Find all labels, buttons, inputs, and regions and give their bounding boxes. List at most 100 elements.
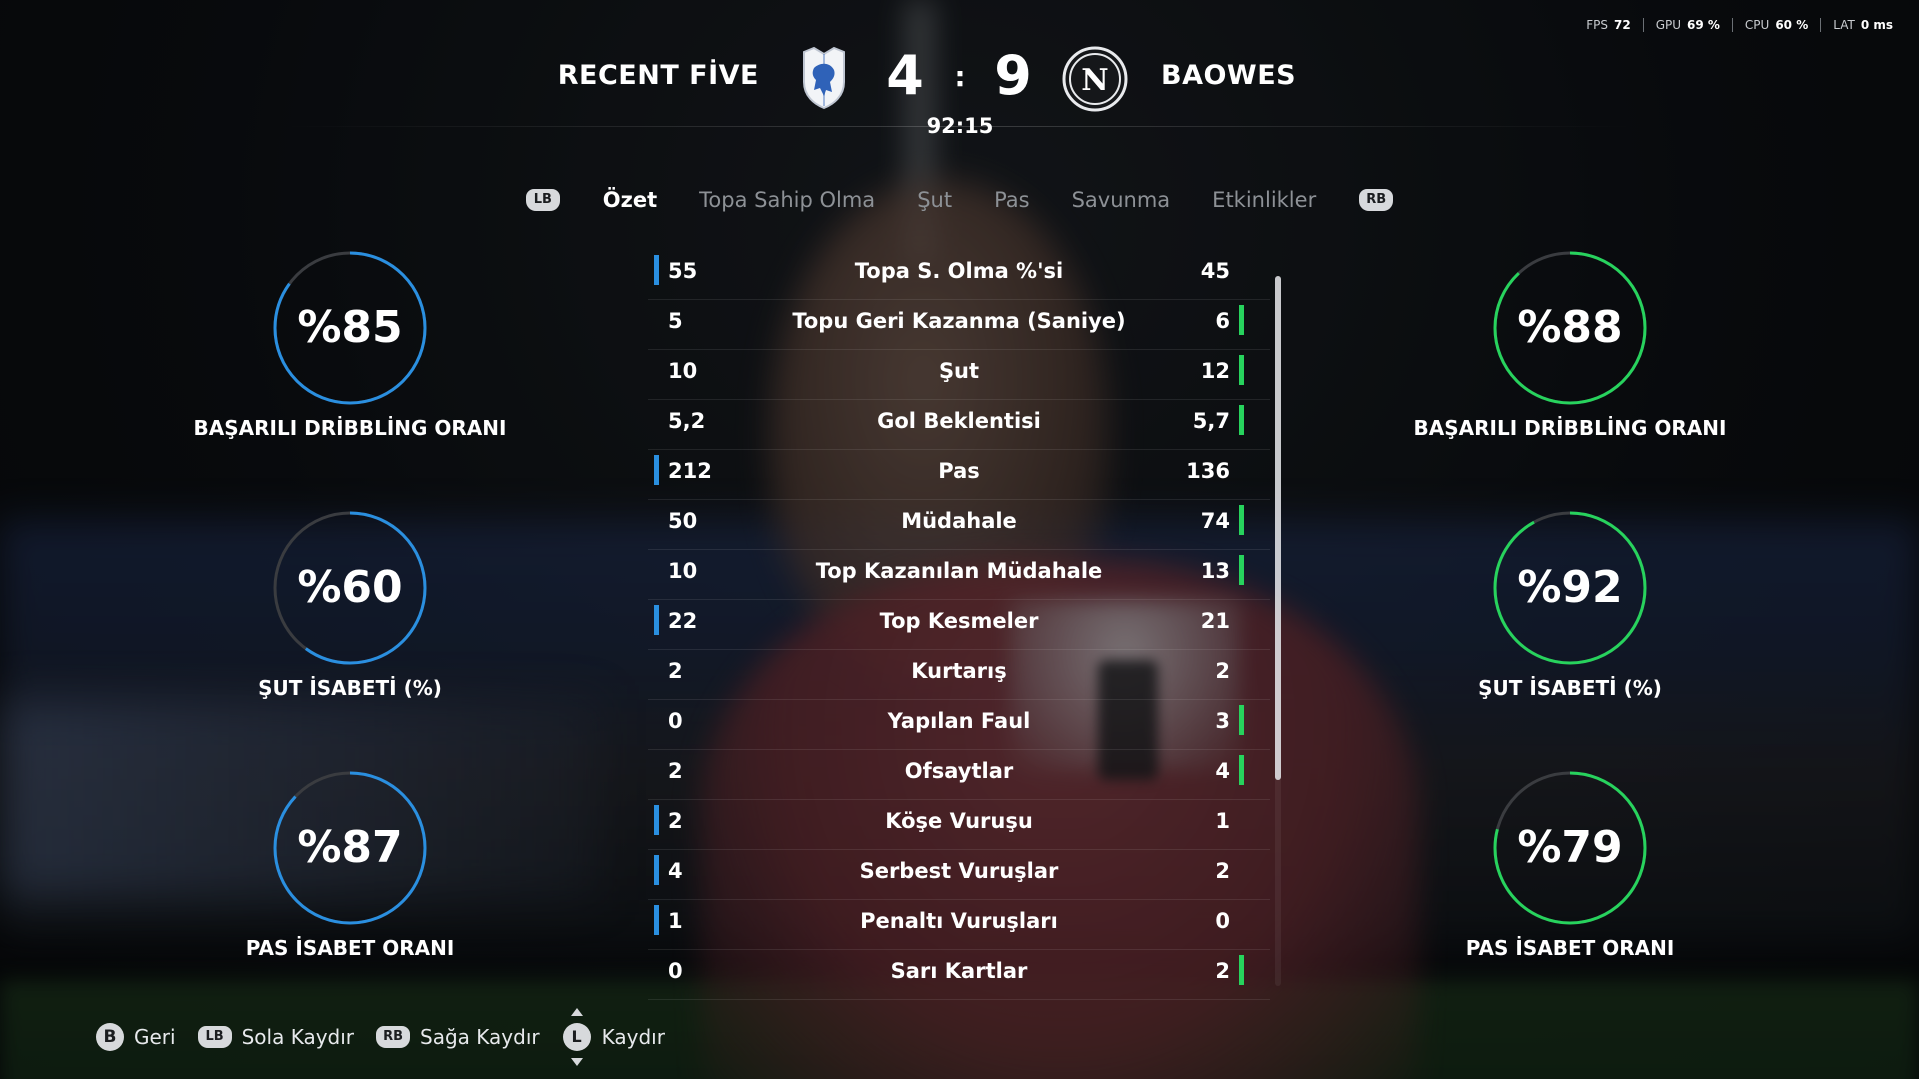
gpu-readout: GPU 69 %: [1642, 18, 1732, 32]
scroll-right-hint[interactable]: RB Sağa Kaydır: [376, 1025, 540, 1049]
away-dribble-ring: %88: [1492, 250, 1648, 406]
stat-row: Yapılan Faul 0 3: [648, 700, 1270, 750]
away-pass-accuracy-ring: %79: [1492, 770, 1648, 926]
b-button-icon: B: [96, 1023, 124, 1051]
fps-readout: FPS 72: [1586, 18, 1631, 32]
stat-row: Topa S. Olma %'si 55 45: [648, 250, 1270, 300]
tab-shooting[interactable]: Şut: [917, 188, 952, 212]
stat-home-value: 5,2: [668, 409, 706, 433]
stat-home-value: 212: [668, 459, 712, 483]
stat-label: Topa S. Olma %'si: [854, 259, 1064, 283]
stat-away-value: 2: [1215, 959, 1230, 983]
lb-button-icon[interactable]: LB: [525, 189, 560, 211]
stat-away-value: 13: [1200, 559, 1230, 583]
away-pass-accuracy-value: %79: [1517, 822, 1623, 873]
home-team-name: RECENT FİVE: [557, 60, 759, 91]
away-pass-accuracy-label: PAS İSABET ORANI: [1465, 936, 1675, 960]
performance-overlay: FPS 72 GPU 69 % CPU 60 % LAT 0 ms: [1574, 18, 1905, 32]
stat-label: Müdahale: [901, 509, 1017, 533]
stat-row: Top Kesmeler 22 21: [648, 600, 1270, 650]
back-hint-label: Geri: [134, 1025, 176, 1049]
home-pass-accuracy-label: PAS İSABET ORANI: [245, 936, 455, 960]
tab-events[interactable]: Etkinlikler: [1212, 188, 1316, 212]
stat-away-value: 6: [1215, 309, 1230, 333]
stat-home-value: 1: [668, 909, 683, 933]
tab-summary[interactable]: Özet: [603, 188, 657, 212]
scroll-left-label: Sola Kaydır: [241, 1025, 355, 1049]
stat-home-value: 22: [668, 609, 698, 633]
stat-home-value: 50: [668, 509, 698, 533]
stat-away-value: 5,7: [1192, 409, 1230, 433]
home-score: 4: [886, 44, 924, 107]
away-shot-accuracy-value: %92: [1517, 562, 1623, 613]
home-dribble-value: %85: [297, 302, 403, 353]
stat-home-value: 5: [668, 309, 683, 333]
stat-home-value: 4: [668, 859, 683, 883]
home-dribble-ring: %85: [272, 250, 428, 406]
away-shot-accuracy-ring: %92: [1492, 510, 1648, 666]
scroll-left-hint[interactable]: LB Sola Kaydır: [197, 1025, 355, 1049]
stat-row: Şut 10 12: [648, 350, 1270, 400]
stat-away-value: 45: [1200, 259, 1230, 283]
stat-row: Topu Geri Kazanma (Saniye) 5 6: [648, 300, 1270, 350]
away-team-name: BAOWES: [1161, 60, 1297, 91]
home-pass-accuracy-ring: %87: [272, 770, 428, 926]
stat-label: Penaltı Vuruşları: [860, 909, 1058, 933]
stat-away-value: 0: [1215, 909, 1230, 933]
stat-away-value: 4: [1215, 759, 1230, 783]
stat-label: Top Kesmeler: [879, 609, 1039, 633]
scoreboard: RECENT FİVE 4 : 9 N BAOWES 92:15: [0, 38, 1919, 138]
scroll-right-label: Sağa Kaydır: [420, 1025, 540, 1049]
stat-row: Top Kazanılan Müdahale 10 13: [648, 550, 1270, 600]
stat-home-value: 2: [668, 809, 683, 833]
stat-row: Serbest Vuruşlar 4 2: [648, 850, 1270, 900]
stat-row: Kurtarış 2 2: [648, 650, 1270, 700]
left-stick-icon: L: [562, 1008, 592, 1066]
rb-hint-icon: RB: [376, 1026, 411, 1048]
stat-label: Gol Beklentisi: [877, 409, 1041, 433]
stat-row: Gol Beklentisi 5,2 5,7: [648, 400, 1270, 450]
stat-away-value: 21: [1200, 609, 1230, 633]
stat-row: Sarı Kartlar 0 2: [648, 950, 1270, 1000]
stat-label: Topu Geri Kazanma (Saniye): [792, 309, 1126, 333]
rb-button-icon[interactable]: RB: [1359, 189, 1394, 211]
stat-home-value: 10: [668, 559, 698, 583]
back-hint[interactable]: B Geri: [96, 1023, 176, 1051]
score-separator: :: [954, 60, 966, 93]
away-team-crest-icon: N: [1062, 46, 1128, 112]
stat-away-value: 136: [1186, 459, 1230, 483]
stat-home-value: 0: [668, 959, 683, 983]
home-shot-accuracy-label: ŞUT İSABETİ (%): [258, 676, 442, 700]
cpu-readout: CPU 60 %: [1731, 18, 1820, 32]
match-stats-table[interactable]: Topa S. Olma %'si 55 45 Topu Geri Kazanma (…: [648, 250, 1270, 1000]
stat-label: Ofsaytlar: [904, 759, 1014, 783]
scroll-hint-label: Kaydır: [601, 1025, 665, 1049]
stat-home-value: 2: [668, 759, 683, 783]
stat-row: Ofsaytlar 2 4: [648, 750, 1270, 800]
stat-row: Pas 212 136: [648, 450, 1270, 500]
lb-hint-icon: LB: [197, 1026, 232, 1048]
stat-row: Penaltı Vuruşları 1 0: [648, 900, 1270, 950]
stat-label: Serbest Vuruşlar: [859, 859, 1059, 883]
home-shot-accuracy-value: %60: [297, 562, 403, 613]
stat-home-value: 10: [668, 359, 698, 383]
stat-label: Pas: [938, 459, 980, 483]
stat-away-value: 1: [1215, 809, 1230, 833]
tab-possession[interactable]: Topa Sahip Olma: [699, 188, 875, 212]
stat-away-value: 3: [1215, 709, 1230, 733]
tab-defending[interactable]: Savunma: [1072, 188, 1171, 212]
away-dribble-label: BAŞARILI DRİBBLİNG ORANI: [1413, 416, 1727, 440]
stat-label: Sarı Kartlar: [890, 959, 1028, 983]
tab-passing[interactable]: Pas: [994, 188, 1030, 212]
scroll-hint[interactable]: L Kaydır: [562, 1008, 665, 1066]
stat-label: Top Kazanılan Müdahale: [815, 559, 1103, 583]
away-dribble-value: %88: [1517, 302, 1623, 353]
latency-readout: LAT 0 ms: [1820, 18, 1905, 32]
home-shot-accuracy-ring: %60: [272, 510, 428, 666]
scoreboard-divider: [284, 126, 1634, 127]
stat-row: Müdahale 50 74: [648, 500, 1270, 550]
home-team-crest-icon: [800, 46, 848, 110]
stat-away-value: 74: [1200, 509, 1230, 533]
stats-scrollbar-thumb[interactable]: [1275, 276, 1281, 780]
stat-label: Şut: [938, 359, 980, 383]
